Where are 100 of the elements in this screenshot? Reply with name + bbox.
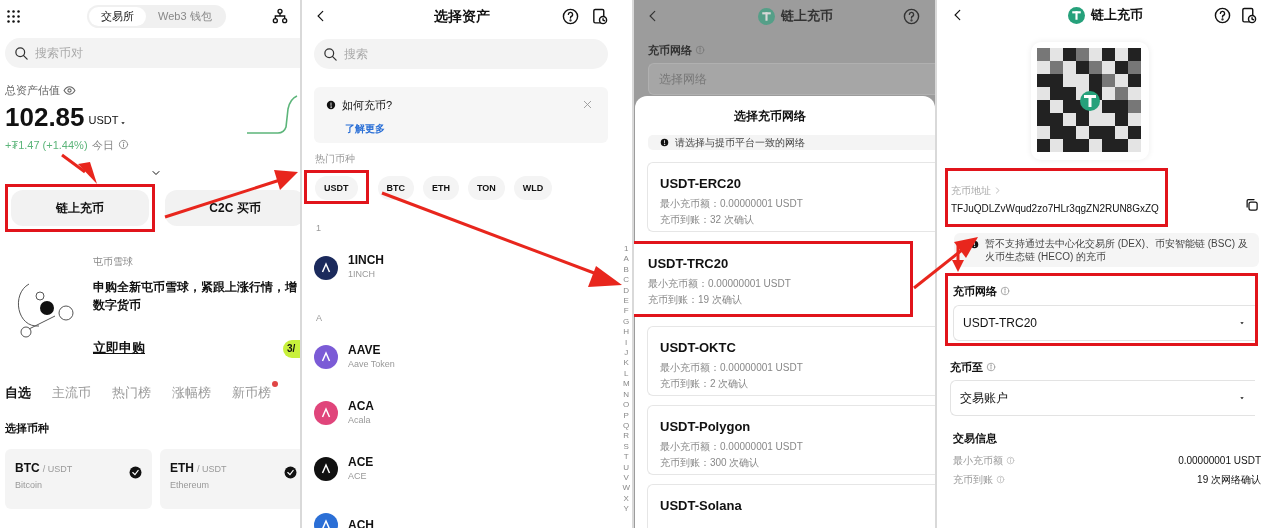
search-icon <box>14 45 29 61</box>
coin-row[interactable]: ACH <box>314 509 608 528</box>
coin-chip[interactable]: USDT <box>315 176 358 201</box>
index-letter[interactable]: K <box>623 358 629 369</box>
market-tab[interactable]: 主流币 <box>52 381 98 403</box>
network-name: USDT-TRC20 <box>648 256 730 272</box>
index-letter[interactable]: M <box>622 379 630 390</box>
check-icon[interactable] <box>129 465 142 479</box>
address-label: 充币地址 <box>951 184 991 198</box>
grid-menu-icon[interactable] <box>6 8 21 24</box>
index-letter[interactable]: P <box>623 410 629 421</box>
field-label: 充币至 <box>950 359 983 375</box>
index-letter[interactable]: Q <box>623 420 630 432</box>
warning-text: 暂不支持通过去中心化交易所 (DEX)、币安智能链 (BSC) 及火币生态链 (HECO) 的充币 <box>985 237 1249 263</box>
help-icon[interactable] <box>1214 6 1231 24</box>
period-label: 今日 <box>91 137 114 153</box>
search-field[interactable]: 搜索币对 <box>5 38 300 68</box>
index-letter[interactable]: E <box>623 296 629 307</box>
coin-row[interactable]: AAVE Aave Token <box>314 341 608 373</box>
balance-label: 总资产估值 <box>5 83 60 98</box>
coin-row[interactable]: ACE ACE <box>314 453 608 485</box>
index-letter[interactable]: U <box>623 462 630 473</box>
coin-chip[interactable]: BTC <box>377 176 414 201</box>
market-tab[interactable]: 自选 <box>5 381 38 403</box>
pair-card[interactable]: BTC / USDT Bitcoin <box>5 448 152 509</box>
index-letter[interactable]: J <box>624 348 629 359</box>
action-button[interactable]: C2C 买币 <box>165 190 300 226</box>
exchange-tab[interactable]: 交易所 <box>89 6 146 26</box>
info-icon <box>326 100 336 111</box>
coin-symbol: 1INCH <box>348 253 384 269</box>
market-tab[interactable]: 新币榜 <box>232 381 278 403</box>
subscribe-link[interactable]: 立即申购 <box>93 338 145 358</box>
index-letter[interactable]: A <box>623 254 629 265</box>
min-deposit: 最小充币额：0.00000001 USDT <box>660 440 804 454</box>
pair-symbol: ETH <box>170 459 194 477</box>
index-letter[interactable]: G <box>623 316 630 328</box>
pair-quote: / USDT <box>197 462 227 476</box>
coin-name: 1INCH <box>348 268 376 282</box>
index-letter[interactable]: H <box>623 327 630 338</box>
coin-chip[interactable]: TON <box>468 176 505 201</box>
action-button[interactable]: 链上充币 <box>11 190 149 226</box>
index-letter[interactable]: D <box>623 285 630 297</box>
index-letter[interactable]: I <box>625 337 628 349</box>
network-option[interactable]: USDT-Polygon 最小充币额：0.00000001 USDT 充币到账：300 次确认 <box>647 405 935 475</box>
learn-more-link[interactable]: 了解更多 <box>345 120 385 136</box>
history-icon[interactable] <box>591 7 608 25</box>
dropdown-select[interactable]: USDT-TRC20 <box>953 304 1255 341</box>
section-label: 热门币种 <box>315 152 356 166</box>
index-letter[interactable]: C <box>623 275 630 286</box>
promo-text: 申购全新屯币雪球，紧跟上涨行情，增 <box>93 279 297 296</box>
network-option[interactable]: USDT-ERC20 最小充币额：0.00000001 USDT 充币到账：32 次确认 <box>647 162 935 232</box>
index-letter[interactable]: F <box>623 306 629 317</box>
index-letter[interactable]: 1 <box>624 244 629 255</box>
coin-symbol: ACA <box>348 398 374 414</box>
help-icon[interactable] <box>562 7 579 25</box>
section-title: 选择币种 <box>4 421 50 436</box>
index-letter[interactable]: W <box>622 483 630 494</box>
coin-symbol: ACH <box>348 517 374 528</box>
index-letter[interactable]: N <box>623 389 630 401</box>
currency-selector[interactable]: USDT <box>88 112 119 129</box>
index-letter[interactable]: X <box>623 493 629 505</box>
history-icon[interactable] <box>1240 6 1257 24</box>
balance-amount: 102.85 <box>5 100 85 133</box>
exchange-tab[interactable]: Web3 钱包 <box>146 6 224 26</box>
network-option[interactable]: USDT-TRC20 最小充币额：0.00000001 USDT 充币到账：19 次确认 <box>644 246 910 312</box>
network-icon[interactable] <box>272 8 288 24</box>
info-label: 充币到账 <box>953 472 993 487</box>
coin-name: Aave Token <box>348 357 395 371</box>
copy-icon[interactable] <box>1244 197 1259 212</box>
coin-name: Acala <box>348 413 372 427</box>
info-icon[interactable] <box>117 139 129 151</box>
confirmations: 充币到账：32 次确认 <box>660 213 755 227</box>
eye-icon[interactable] <box>63 83 76 97</box>
coin-row[interactable]: 1INCH 1INCH <box>314 251 608 284</box>
coin-name: Bitcoin <box>15 478 43 492</box>
coin-chip[interactable]: WLD <box>513 176 553 201</box>
pair-symbol: BTC <box>15 459 40 477</box>
coin-row[interactable]: ACA Acala <box>314 397 608 429</box>
search-field[interactable]: 搜索 <box>314 39 608 69</box>
index-letter[interactable]: S <box>623 441 629 453</box>
min-deposit: 最小充币额：0.00000001 USDT <box>660 197 804 211</box>
pair-card[interactable]: ETH / USDT Ethereum <box>160 448 300 509</box>
network-option[interactable]: USDT-Solana <box>647 484 935 528</box>
confirmations: 充币到账：2 次确认 <box>660 377 750 391</box>
market-tab[interactable]: 热门榜 <box>112 381 158 403</box>
index-letter[interactable]: L <box>624 368 629 380</box>
index-letter[interactable]: B <box>623 264 629 276</box>
index-letter[interactable]: Y <box>623 504 629 515</box>
index-letter[interactable]: R <box>623 431 630 442</box>
deposit-address: TFJuQDLZvWqud2zo7HLr3qgZN2RUN8GxZQ <box>951 202 1159 216</box>
check-icon[interactable] <box>284 465 297 479</box>
coin-chip[interactable]: ETH <box>423 176 459 201</box>
field-label: 充币网络 <box>953 284 997 299</box>
market-tab[interactable]: 涨幅榜 <box>172 381 218 403</box>
index-letter[interactable]: V <box>623 472 629 484</box>
index-letter[interactable]: T <box>623 452 629 463</box>
network-option[interactable]: USDT-OKTC 最小充币额：0.00000001 USDT 充币到账：2 次确认 <box>647 326 935 396</box>
dropdown-select[interactable]: 交易账户 <box>950 380 1255 416</box>
section-title: 交易信息 <box>953 431 998 446</box>
index-letter[interactable]: O <box>623 400 630 411</box>
